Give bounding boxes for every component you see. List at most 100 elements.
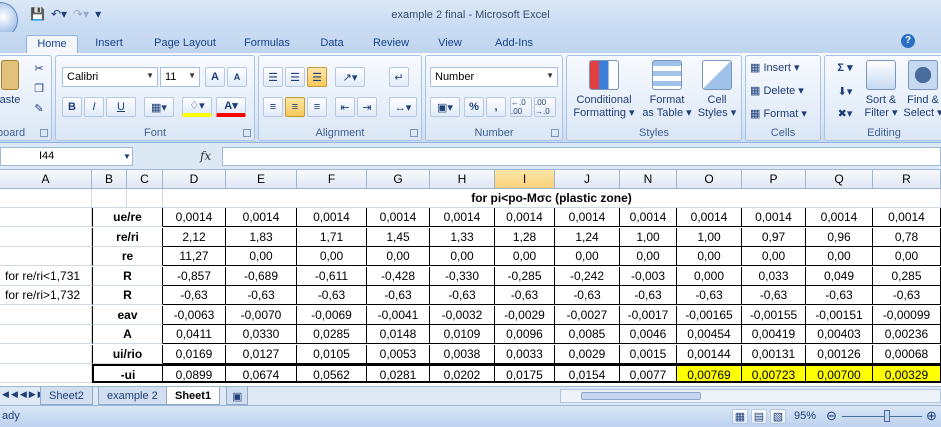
tab-insert[interactable]: Insert [86, 35, 132, 53]
scroll-thumb[interactable] [581, 392, 701, 400]
table-cell[interactable]: -0,63 [873, 286, 941, 305]
tab-view[interactable]: View [430, 35, 470, 53]
sort-filter-button[interactable]: Sort & Filter ▾ [861, 60, 901, 120]
zoom-slider[interactable] [842, 416, 922, 417]
align-left-icon[interactable]: ≡ [263, 97, 283, 117]
align-top-icon[interactable]: ☰ [263, 67, 283, 87]
table-cell[interactable]: -0,428 [367, 266, 430, 286]
format-as-table-button[interactable]: Format as Table ▾ [641, 60, 693, 120]
accounting-format-icon[interactable]: ▣▾ [430, 97, 460, 117]
table-cell[interactable]: 0,0033 [495, 344, 555, 364]
column-header-i[interactable]: I [495, 170, 555, 189]
table-cell[interactable]: -0,0041 [367, 305, 430, 325]
row-note-cell[interactable]: for re/ri>1,732 [0, 286, 92, 305]
table-cell[interactable]: -0,63 [297, 286, 367, 305]
cell[interactable] [92, 189, 127, 208]
cut-icon[interactable]: ✂ [31, 60, 47, 76]
table-cell[interactable]: -0,689 [226, 266, 297, 286]
table-cell[interactable]: 0,0674 [226, 364, 297, 383]
row-label-cell[interactable]: re/ri [92, 227, 163, 247]
table-cell[interactable]: 0,000 [677, 266, 742, 286]
table-cell[interactable]: 0,0014 [163, 208, 226, 227]
table-cell[interactable]: 0,0281 [367, 364, 430, 383]
table-cell[interactable]: 0,0096 [495, 325, 555, 344]
comma-button[interactable]: , [486, 97, 506, 117]
row-label-cell[interactable]: -ui [92, 364, 163, 383]
zoom-out-icon[interactable]: ⊖ [826, 408, 837, 424]
table-cell[interactable]: 0,049 [806, 266, 873, 286]
cell[interactable] [127, 189, 163, 208]
table-cell[interactable]: -0,00099 [873, 305, 941, 325]
table-cell[interactable]: 1,33 [430, 227, 495, 247]
table-cell[interactable]: 0,00329 [873, 364, 941, 383]
table-cell[interactable]: 0,0562 [297, 364, 367, 383]
shrink-font-button[interactable]: A [227, 67, 247, 87]
table-cell[interactable]: -0,0027 [555, 305, 620, 325]
table-cell[interactable]: 0,0014 [742, 208, 806, 227]
table-cell[interactable]: -0,0032 [430, 305, 495, 325]
table-cell[interactable]: -0,63 [742, 286, 806, 305]
column-header-e[interactable]: E [226, 170, 297, 189]
table-cell[interactable]: 11,27 [163, 247, 226, 266]
tab-formulas[interactable]: Formulas [238, 35, 296, 53]
table-cell[interactable]: -0,0070 [226, 305, 297, 325]
tab-home[interactable]: Home [26, 35, 78, 53]
row-label-cell[interactable]: R [92, 286, 163, 305]
table-cell[interactable]: 0,0285 [297, 325, 367, 344]
find-select-button[interactable]: Find & Select ▾ [903, 60, 941, 120]
clipboard-launcher[interactable] [40, 129, 48, 137]
table-cell[interactable]: 0,0085 [555, 325, 620, 344]
row-note-cell[interactable] [0, 227, 92, 247]
delete-cells-button[interactable]: ▦ Delete ▾ [750, 85, 820, 98]
format-painter-icon[interactable]: ✎ [31, 100, 47, 116]
alignment-launcher[interactable] [410, 129, 418, 137]
name-box[interactable]: I44 [0, 147, 133, 166]
worksheet-grid[interactable]: ABCDEFGHIJNOPQR for pi<po-Mσc (plastic z… [0, 170, 941, 383]
horizontal-scrollbar[interactable] [560, 389, 941, 403]
normal-view-icon[interactable]: ▦ [732, 409, 748, 424]
table-cell[interactable]: 0,00 [367, 247, 430, 266]
row-label-cell[interactable]: R [92, 266, 163, 286]
table-cell[interactable]: 0,00 [742, 247, 806, 266]
sheet-tab-example-2[interactable]: example 2 [98, 387, 167, 405]
table-cell[interactable]: -0,330 [430, 266, 495, 286]
table-cell[interactable]: 0,0109 [430, 325, 495, 344]
table-cell[interactable]: 0,0330 [226, 325, 297, 344]
table-cell[interactable]: 0,00454 [677, 325, 742, 344]
merge-center-icon[interactable]: ↔▾ [389, 97, 417, 117]
column-header-j[interactable]: J [555, 170, 620, 189]
align-right-icon[interactable]: ≡ [307, 97, 327, 117]
conditional-formatting-button[interactable]: Conditional Formatting ▾ [569, 60, 639, 120]
fill-color-button[interactable]: ♢▾ [182, 97, 212, 117]
tab-review[interactable]: Review [366, 35, 416, 53]
table-cell[interactable]: 0,00 [555, 247, 620, 266]
paste-button[interactable]: aste [0, 60, 21, 107]
table-cell[interactable]: 1,28 [495, 227, 555, 247]
table-cell[interactable]: -0,63 [806, 286, 873, 305]
zoom-in-icon[interactable]: ⊕ [926, 408, 937, 424]
align-bottom-icon[interactable]: ☰ [307, 67, 327, 87]
table-cell[interactable]: -0,00155 [742, 305, 806, 325]
cell-styles-button[interactable]: Cell Styles ▾ [695, 60, 739, 120]
table-cell[interactable]: 0,00236 [873, 325, 941, 344]
table-cell[interactable]: -0,00165 [677, 305, 742, 325]
font-color-button[interactable]: A ▾ [216, 97, 246, 117]
table-cell[interactable]: 0,0014 [226, 208, 297, 227]
table-cell[interactable]: 0,0175 [495, 364, 555, 383]
row-label-cell[interactable]: ue/re [92, 208, 163, 227]
table-cell[interactable]: 0,0014 [555, 208, 620, 227]
table-header-cell[interactable]: for pi<po-Mσc (plastic zone) [163, 189, 941, 208]
row-label-cell[interactable]: re [92, 247, 163, 266]
name-box-dropdown-icon[interactable]: ▼ [122, 151, 132, 161]
grow-font-button[interactable]: A [205, 67, 225, 87]
cell[interactable] [0, 189, 92, 208]
borders-button[interactable]: ▦▾ [144, 97, 174, 117]
table-cell[interactable]: -0,63 [555, 286, 620, 305]
copy-icon[interactable]: ❐ [31, 80, 47, 96]
table-cell[interactable]: 0,00 [806, 247, 873, 266]
table-cell[interactable]: 0,0014 [677, 208, 742, 227]
table-cell[interactable]: 0,00126 [806, 344, 873, 364]
table-cell[interactable]: 1,00 [677, 227, 742, 247]
table-cell[interactable]: 2,12 [163, 227, 226, 247]
table-cell[interactable]: -0,63 [620, 286, 677, 305]
